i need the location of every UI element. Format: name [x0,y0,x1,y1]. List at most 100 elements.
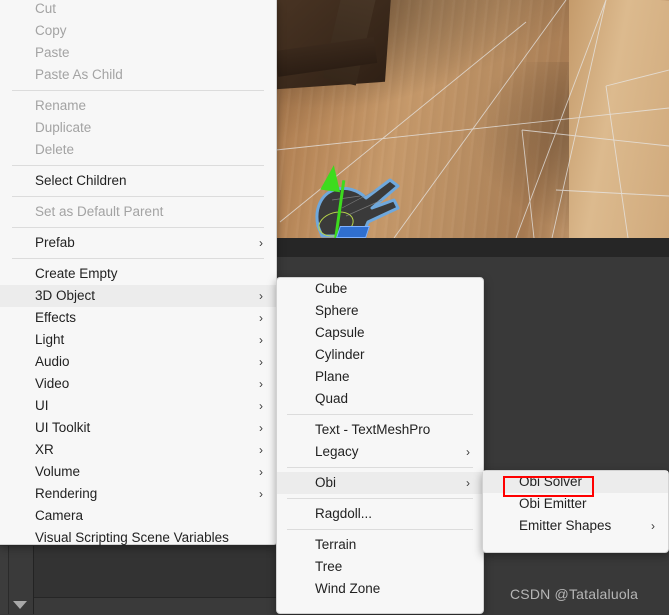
menu-item-label: Ragdoll... [315,506,373,521]
menu-item-paste[interactable]: Paste [0,42,276,64]
submenu-item-sphere[interactable]: Sphere [277,300,483,322]
submenu-item-cube[interactable]: Cube [277,278,483,300]
menu-item-copy[interactable]: Copy [0,20,276,42]
menu-item-paste-as-child[interactable]: Paste As Child [0,64,276,86]
chevron-right-icon: › [259,311,263,325]
menu-item-label: Obi [315,475,337,490]
menu-item-label: Light [35,332,65,347]
menu-item-ui-toolkit[interactable]: UI Toolkit › [0,417,276,439]
menu-item-volume[interactable]: Volume › [0,461,276,483]
chevron-right-icon: › [651,519,655,533]
csdn-watermark: CSDN @Tatalaluola [510,586,639,602]
menu-item-label: UI [35,398,49,413]
submenu-item-obi[interactable]: Obi › [277,472,483,494]
menu-item-label: Text - TextMeshPro [315,422,431,437]
submenu-item-legacy[interactable]: Legacy › [277,441,483,463]
viewport-bottom-bar [276,238,669,257]
chevron-right-icon: › [259,377,263,391]
menu-separator [287,467,473,468]
menu-item-xr[interactable]: XR › [0,439,276,461]
menu-item-video[interactable]: Video › [0,373,276,395]
menu-item-effects[interactable]: Effects › [0,307,276,329]
menu-item-label: Copy [35,23,67,38]
menu-item-label: UI Toolkit [35,420,91,435]
menu-item-label: Cube [315,281,348,296]
submenu-item-emitter-shapes[interactable]: Emitter Shapes › [483,515,668,537]
menu-item-create-empty[interactable]: Create Empty [0,263,276,285]
menu-item-label: 3D Object [35,288,96,303]
menu-item-label: Capsule [315,325,365,340]
submenu-item-tree[interactable]: Tree [277,556,483,578]
menu-item-light[interactable]: Light › [0,329,276,351]
submenu-item-terrain[interactable]: Terrain [277,534,483,556]
gizmo-y-arrow[interactable] [320,163,344,193]
chevron-right-icon: › [259,443,263,457]
menu-item-rename[interactable]: Rename [0,95,276,117]
menu-item-3d-object[interactable]: 3D Object › [0,285,276,307]
menu-item-label: Quad [315,391,349,406]
menu-separator [12,196,264,197]
menu-separator [12,90,264,91]
menu-separator [287,414,473,415]
chevron-right-icon: › [466,476,470,490]
chevron-right-icon: › [259,465,263,479]
menu-item-label: Set as Default Parent [35,204,164,219]
menu-item-label: XR [35,442,54,457]
submenu-item-ragdoll[interactable]: Ragdoll... [277,503,483,525]
submenu-item-text-textmeshpro[interactable]: Text - TextMeshPro [277,419,483,441]
hierarchy-context-menu[interactable]: Cut Copy Paste Paste As Child Rename Dup… [0,0,277,545]
3d-object-submenu[interactable]: Cube Sphere Capsule Cylinder Plane Quad … [276,277,484,614]
menu-item-label: Audio [35,354,70,369]
menu-item-camera[interactable]: Camera [0,505,276,527]
obi-submenu[interactable]: Obi Solver Obi Emitter Emitter Shapes › [482,470,669,553]
menu-item-select-children[interactable]: Select Children [0,170,276,192]
menu-item-label: Cylinder [315,347,365,362]
chevron-right-icon: › [259,236,263,250]
menu-item-label: Volume [35,464,81,479]
chevron-right-icon: › [466,445,470,459]
menu-separator [12,165,264,166]
menu-item-visual-scripting-scene-variables[interactable]: Visual Scripting Scene Variables [0,527,276,549]
menu-item-label: Sphere [315,303,359,318]
menu-item-rendering[interactable]: Rendering › [0,483,276,505]
submenu-item-wind-zone[interactable]: Wind Zone [277,578,483,600]
submenu-item-obi-emitter[interactable]: Obi Emitter [483,493,668,515]
chevron-down-icon[interactable] [13,601,27,609]
menu-item-label: Terrain [315,537,357,552]
menu-item-label: Plane [315,369,350,384]
submenu-item-quad[interactable]: Quad [277,388,483,410]
menu-item-ui[interactable]: UI › [0,395,276,417]
menu-item-duplicate[interactable]: Duplicate [0,117,276,139]
chevron-right-icon: › [259,421,263,435]
menu-separator [12,258,264,259]
menu-item-label: Wind Zone [315,581,381,596]
menu-item-set-as-default-parent[interactable]: Set as Default Parent [0,201,276,223]
selected-hand-mesh[interactable] [302,160,412,238]
chevron-right-icon: › [259,355,263,369]
menu-item-label: Rename [35,98,87,113]
menu-item-label: Emitter Shapes [519,518,612,533]
menu-separator [287,498,473,499]
submenu-item-capsule[interactable]: Capsule [277,322,483,344]
menu-separator [287,529,473,530]
menu-item-label: Rendering [35,486,98,501]
menu-item-cut[interactable]: Cut [0,0,276,20]
menu-item-label: Cut [35,1,57,16]
panel-content-area [34,546,276,596]
menu-item-label: Select Children [35,173,127,188]
menu-separator [12,227,264,228]
menu-item-label: Create Empty [35,266,118,281]
submenu-item-cylinder[interactable]: Cylinder [277,344,483,366]
submenu-item-plane[interactable]: Plane [277,366,483,388]
menu-item-audio[interactable]: Audio › [0,351,276,373]
scene-viewport[interactable] [276,0,669,238]
submenu-item-obi-solver[interactable]: Obi Solver [483,471,668,493]
menu-item-label: Legacy [315,444,359,459]
menu-item-label: Delete [35,142,75,157]
menu-item-label: Video [35,376,70,391]
chevron-right-icon: › [259,487,263,501]
menu-item-delete[interactable]: Delete [0,139,276,161]
menu-item-prefab[interactable]: Prefab › [0,232,276,254]
gizmo-z-handle[interactable] [336,226,370,238]
chevron-right-icon: › [259,399,263,413]
